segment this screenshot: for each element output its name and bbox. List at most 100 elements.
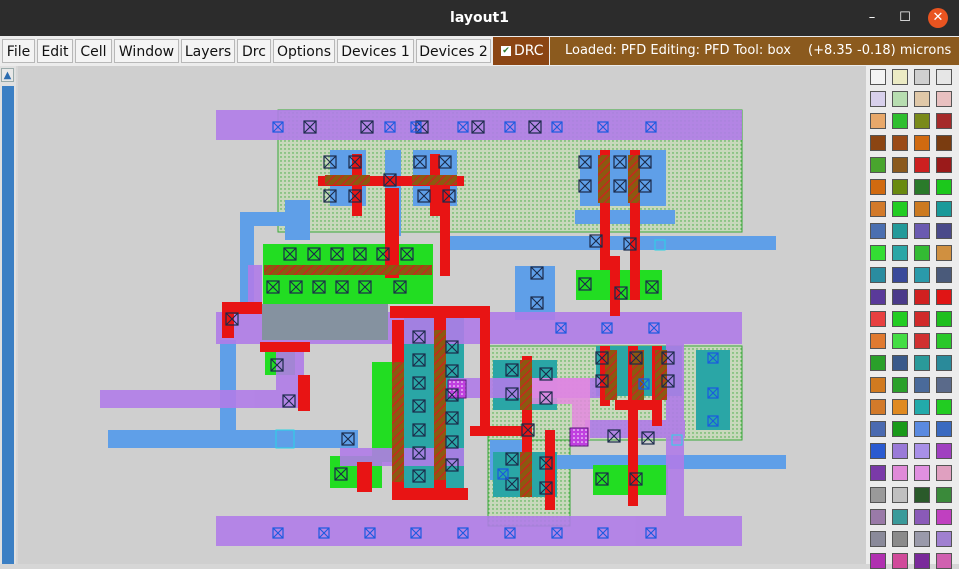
palette-swatch-solid-lavender2[interactable]	[936, 531, 952, 547]
palette-swatch-solid-lavender[interactable]	[914, 443, 930, 459]
palette-swatch-x-teal2[interactable]	[870, 267, 886, 283]
palette-swatch-dot-teal[interactable]	[892, 245, 908, 261]
scrollbar-track[interactable]	[2, 86, 14, 564]
palette-swatch-x-teal3[interactable]	[914, 267, 930, 283]
palette-swatch-x-gray[interactable]	[870, 531, 886, 547]
palette-swatch-x-slate2[interactable]	[892, 355, 908, 371]
palette-swatch-x-teal4[interactable]	[914, 355, 930, 371]
drc-toggle[interactable]: ✔ DRC	[493, 37, 549, 65]
palette-swatch-solid-red[interactable]	[936, 289, 952, 305]
palette-swatch-x-teal[interactable]	[892, 223, 908, 239]
palette-swatch-solid-brown2[interactable]	[936, 135, 952, 151]
palette-swatch-grid-yellow[interactable]	[892, 69, 908, 85]
palette-swatch-hatch-orange2[interactable]	[870, 377, 886, 393]
palette-swatch-grid-white[interactable]	[870, 69, 886, 85]
palette-swatch-solid-green[interactable]	[936, 179, 952, 195]
palette-swatch-hatch-red2[interactable]	[914, 289, 930, 305]
palette-swatch-dot-violet[interactable]	[892, 443, 908, 459]
palette-swatch-solid-teal[interactable]	[936, 201, 952, 217]
palette-swatch-hatch-olive2[interactable]	[892, 179, 908, 195]
vertical-scrollbar[interactable]: ▲	[0, 66, 16, 564]
palette-swatch-hatch-red[interactable]	[914, 157, 930, 173]
palette-swatch-hatch-green[interactable]	[892, 113, 908, 129]
palette-swatch-solid-red2[interactable]	[870, 311, 886, 327]
maximize-button[interactable]: ☐	[895, 8, 915, 28]
palette-swatch-x-dark[interactable]	[936, 223, 952, 239]
palette-swatch-hatch-orange[interactable]	[870, 179, 886, 195]
menu-file[interactable]: File	[2, 39, 35, 63]
palette-swatch-x-blue[interactable]	[870, 223, 886, 239]
palette-swatch-solid-pink[interactable]	[892, 465, 908, 481]
menu-window[interactable]: Window	[114, 39, 179, 63]
palette-swatch-solid-blue[interactable]	[914, 421, 930, 437]
palette-swatch-solid-orange4[interactable]	[870, 333, 886, 349]
minimize-button[interactable]: –	[862, 8, 882, 28]
menu-devices-1[interactable]: Devices 1	[337, 39, 414, 63]
palette-swatch-x-teal5[interactable]	[936, 355, 952, 371]
palette-swatch-dot-orange3[interactable]	[936, 245, 952, 261]
palette-swatch-x-slate[interactable]	[936, 267, 952, 283]
palette-swatch-x-violet[interactable]	[870, 289, 886, 305]
palette-swatch-dot-red[interactable]	[914, 311, 930, 327]
layout-drawing[interactable]	[18, 66, 866, 564]
palette-swatch-x-steel[interactable]	[914, 377, 930, 393]
palette-swatch-dot-green2[interactable]	[870, 157, 886, 173]
palette-swatch-x-lightgray[interactable]	[892, 487, 908, 503]
palette-swatch-hatch-brown[interactable]	[892, 157, 908, 173]
palette-swatch-solid-orange6[interactable]	[892, 399, 908, 415]
palette-swatch-outline-purple[interactable]	[870, 91, 886, 107]
palette-swatch-x-green2[interactable]	[936, 487, 952, 503]
palette-swatch-x-magenta[interactable]	[936, 443, 952, 459]
close-button[interactable]: ✕	[928, 8, 948, 28]
palette-swatch-x-blue3[interactable]	[936, 421, 952, 437]
menu-drc[interactable]: Drc	[237, 39, 271, 63]
scroll-up-arrow-icon[interactable]: ▲	[1, 68, 14, 82]
palette-swatch-hatch-olive[interactable]	[914, 113, 930, 129]
palette-swatch-solid-gray2[interactable]	[892, 531, 908, 547]
palette-swatch-solid-green2[interactable]	[892, 311, 908, 327]
palette-swatch-x-green[interactable]	[870, 355, 886, 371]
palette-swatch-solid-darkgreen[interactable]	[914, 179, 930, 195]
palette-swatch-x-indigo[interactable]	[892, 289, 908, 305]
palette-swatch-x-blue2[interactable]	[870, 421, 886, 437]
menu-edit[interactable]: Edit	[37, 39, 73, 63]
menu-options[interactable]: Options	[273, 39, 335, 63]
palette-swatch-solid-teal3[interactable]	[892, 509, 908, 525]
palette-swatch-x-slate3[interactable]	[936, 377, 952, 393]
menu-devices-2[interactable]: Devices 2	[416, 39, 491, 63]
palette-swatch-dot-green[interactable]	[892, 91, 908, 107]
palette-swatch-x-navy[interactable]	[892, 267, 908, 283]
palette-swatch-dot-brown[interactable]	[892, 135, 908, 151]
palette-swatch-grid-light[interactable]	[936, 69, 952, 85]
palette-swatch-solid-pink3[interactable]	[892, 553, 908, 569]
palette-swatch-solid-green5[interactable]	[936, 399, 952, 415]
palette-swatch-solid-purple[interactable]	[914, 509, 930, 525]
palette-swatch-solid-orange5[interactable]	[870, 399, 886, 415]
palette-swatch-dot-pink[interactable]	[936, 465, 952, 481]
palette-swatch-solid-pink2[interactable]	[914, 465, 930, 481]
layout-canvas[interactable]	[18, 66, 866, 564]
palette-swatch-dot-rose[interactable]	[936, 91, 952, 107]
palette-swatch-dot-orange[interactable]	[914, 135, 930, 151]
palette-swatch-hatch-maroon[interactable]	[936, 157, 952, 173]
palette-swatch-hatch-darkred[interactable]	[936, 113, 952, 129]
palette-swatch-solid-pink4[interactable]	[936, 553, 952, 569]
palette-swatch-solid-green3[interactable]	[936, 311, 952, 327]
palette-swatch-hatch-green2[interactable]	[892, 377, 908, 393]
palette-swatch-hatch-darkgreen[interactable]	[914, 487, 930, 503]
palette-swatch-solid-red3[interactable]	[914, 333, 930, 349]
palette-swatch-solid-orange[interactable]	[870, 201, 886, 217]
palette-swatch-x-mauve[interactable]	[870, 509, 886, 525]
palette-swatch-dot-lime[interactable]	[870, 245, 886, 261]
menu-layers[interactable]: Layers	[181, 39, 235, 63]
palette-swatch-solid-orange2[interactable]	[914, 201, 930, 217]
palette-swatch-solid-gray[interactable]	[870, 487, 886, 503]
palette-swatch-dot-purple[interactable]	[870, 465, 886, 481]
palette-swatch-x-blue4[interactable]	[870, 443, 886, 459]
palette-swatch-hatch-magenta[interactable]	[936, 509, 952, 525]
palette-swatch-hatch-tan[interactable]	[870, 113, 886, 129]
palette-swatch-dot-green3[interactable]	[914, 245, 930, 261]
palette-swatch-solid-teal2[interactable]	[914, 399, 930, 415]
palette-swatch-x-purple[interactable]	[914, 223, 930, 239]
palette-swatch-solid-purple2[interactable]	[914, 553, 930, 569]
